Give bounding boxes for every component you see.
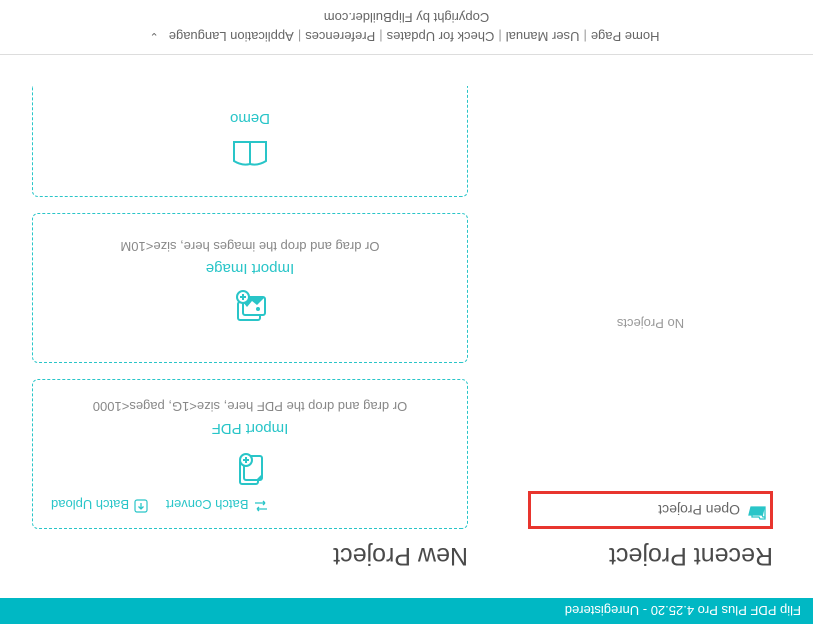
batch-upload-button[interactable]: Batch Upload xyxy=(51,496,148,514)
footer-copyright: Copyright by FlipBuilder.com xyxy=(20,10,793,25)
recent-project-panel: Recent Project Open Project No Projects xyxy=(488,55,773,570)
demo-title: Demo xyxy=(230,110,270,127)
recent-project-title: Recent Project xyxy=(528,541,773,570)
demo-icon xyxy=(230,133,270,168)
batch-convert-label: Batch Convert xyxy=(166,498,248,513)
import-image-hint: Or drag and drop the images here, size<1… xyxy=(120,239,379,254)
import-pdf-icon xyxy=(230,443,270,488)
chevron-down-icon: ⌄ xyxy=(150,30,159,43)
footer-prefs-link[interactable]: Preferences xyxy=(301,29,379,44)
footer: Home Page | User Manual | Check for Upda… xyxy=(0,0,813,55)
new-project-title: New Project xyxy=(32,541,468,570)
swap-icon xyxy=(253,498,269,513)
import-image-title: Import Image xyxy=(206,260,294,277)
open-project-button[interactable]: Open Project xyxy=(528,491,773,529)
app-title: Flip PDF Plus Pro 4.25.20 - Unregistered xyxy=(565,604,801,619)
batch-convert-button[interactable]: Batch Convert xyxy=(166,496,269,514)
batch-upload-label: Batch Upload xyxy=(51,498,129,513)
footer-manual-link[interactable]: User Manual xyxy=(502,29,584,44)
upload-icon xyxy=(134,497,148,514)
import-pdf-card[interactable]: Batch Convert Batch Upload xyxy=(32,379,468,529)
demo-card[interactable]: Demo xyxy=(32,86,468,197)
folder-icon xyxy=(748,500,766,520)
footer-updates-link[interactable]: Check for Updates xyxy=(383,29,499,44)
import-pdf-title: Import PDF xyxy=(212,420,289,437)
no-projects-text: No Projects xyxy=(528,316,773,331)
import-pdf-hint: Or drag and drop the PDF here, size<1G, … xyxy=(93,399,407,414)
import-image-card[interactable]: Import Image Or drag and drop the images… xyxy=(32,213,468,363)
footer-lang-link[interactable]: Application Language xyxy=(165,29,298,44)
titlebar: Flip PDF Plus Pro 4.25.20 - Unregistered xyxy=(0,598,813,624)
footer-home-link[interactable]: Home Page xyxy=(587,29,664,44)
open-project-label: Open Project xyxy=(658,502,740,518)
import-image-icon xyxy=(230,283,270,322)
new-project-panel: New Project Batch Convert xyxy=(32,55,488,570)
